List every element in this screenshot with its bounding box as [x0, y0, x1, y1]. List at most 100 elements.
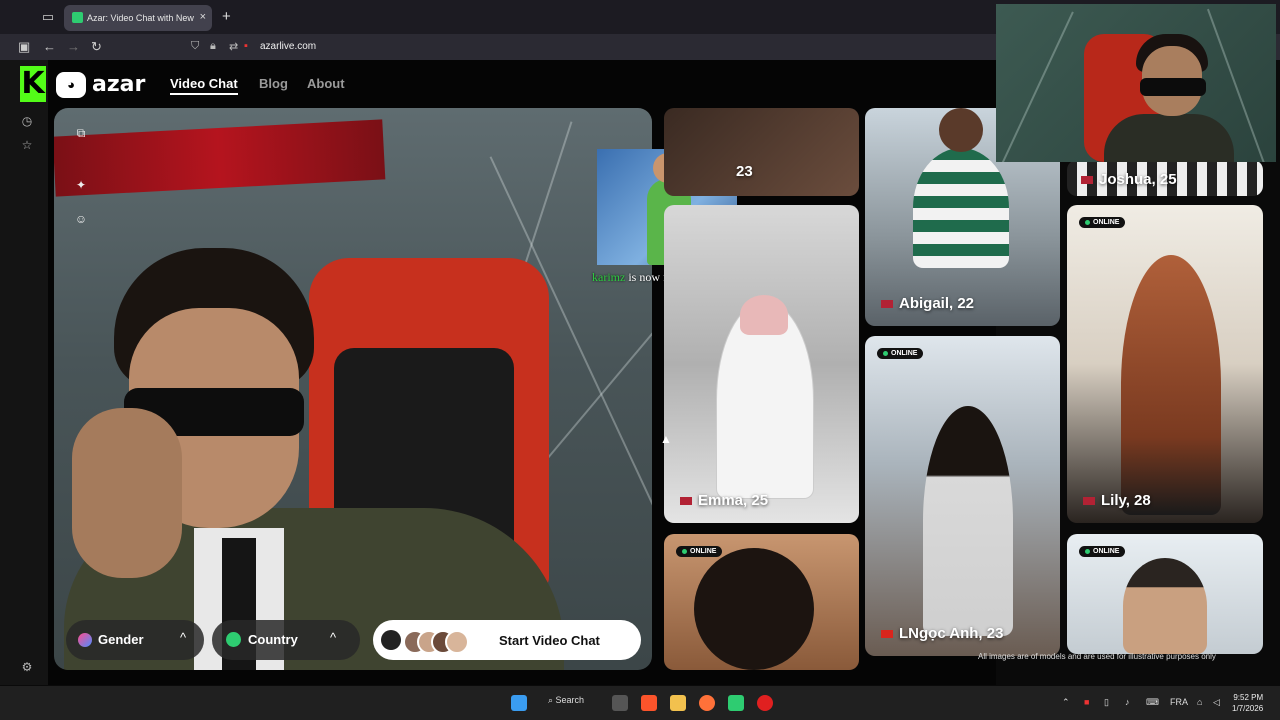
chevron-up-icon: ^	[330, 630, 337, 645]
battery-icon[interactable]: ▯	[1104, 697, 1109, 708]
sidebar-toggle-icon[interactable]: ▣	[18, 39, 30, 55]
brave-icon[interactable]	[641, 695, 657, 711]
shield-icon[interactable]: ⛉	[191, 40, 199, 53]
nav-video-chat[interactable]: Video Chat	[170, 76, 238, 95]
azar-favicon-icon	[72, 12, 83, 23]
person-hand	[72, 408, 182, 578]
profile-name: 23	[736, 163, 753, 180]
follower-name: karimz	[592, 270, 626, 284]
profile-card[interactable]: ONLINE	[664, 534, 859, 670]
firefox-icon[interactable]	[699, 695, 715, 711]
profile-name: Abigail, 22	[881, 295, 974, 312]
tab-list-icon[interactable]: ▭	[40, 9, 56, 25]
network-icon[interactable]: ⌂	[1197, 697, 1202, 707]
gender-label: Gender	[98, 632, 144, 647]
streamer-webcam-overlay	[996, 4, 1276, 162]
site-favicon-icon: ▪	[244, 40, 248, 52]
profile-photo	[1123, 558, 1207, 654]
online-dot-icon	[883, 350, 888, 356]
clock-date: 1/7/2026	[1232, 704, 1264, 713]
lock-icon[interactable]: 🔒︎	[210, 40, 216, 53]
profile-card[interactable]: Joshua, 25	[1067, 160, 1263, 196]
chevron-up-icon: ^	[180, 630, 187, 645]
profile-photo	[913, 148, 1009, 268]
kick-logo: K	[20, 66, 46, 102]
tray-expand-icon[interactable]: ⌃	[1062, 697, 1070, 708]
us-flag-icon	[680, 497, 692, 506]
online-dot-icon	[682, 548, 687, 554]
online-badge: ONLINE	[1079, 217, 1126, 228]
profile-photo	[1121, 255, 1221, 515]
profile-card[interactable]: ONLINE LNgọc Anh, 23	[865, 336, 1060, 656]
sunglasses	[1140, 78, 1206, 96]
country-label: Country	[248, 632, 298, 647]
forward-icon[interactable]: →	[67, 39, 80, 54]
reload-icon[interactable]: ↻	[91, 39, 102, 55]
profile-photo	[694, 548, 814, 670]
profile-card[interactable]: ONLINE Lily, 28	[1067, 205, 1263, 523]
back-icon[interactable]: ←	[43, 39, 56, 54]
country-filter-button[interactable]: Country ^	[212, 620, 360, 660]
task-view-icon[interactable]	[612, 695, 628, 711]
us-flag-icon	[1081, 176, 1093, 185]
vietnam-flag-icon	[881, 630, 893, 639]
profile-name: Emma, 25	[680, 492, 768, 509]
profile-card[interactable]: Emma, 25	[664, 205, 859, 523]
profile-photo	[923, 406, 1013, 636]
picture-in-picture-icon[interactable]: ⧉	[72, 126, 90, 144]
tray-app-icon[interactable]: ■	[1084, 697, 1089, 707]
person-suit	[1104, 114, 1234, 162]
tab-title: Azar: Video Chat with New Peo	[87, 13, 197, 23]
us-flag-icon	[1083, 497, 1095, 506]
azar-logo-text[interactable]: azar	[92, 72, 145, 97]
start-video-chat-label: Start Video Chat	[499, 633, 600, 648]
microphone-icon[interactable]: ♪	[1125, 697, 1130, 707]
gender-filter-button[interactable]: Gender ^	[66, 620, 204, 660]
online-dot-icon	[1085, 548, 1090, 554]
globe-icon	[226, 632, 241, 647]
profile-photo	[939, 108, 983, 152]
search-label: Search	[555, 695, 585, 705]
language-indicator[interactable]: FRA	[1170, 697, 1188, 707]
clock-time: 9:52 PM	[1233, 693, 1264, 702]
online-badge: ONLINE	[877, 348, 924, 359]
taskbar-search[interactable]: ⌕ Search	[548, 695, 584, 706]
windows-taskbar: ⌕ Search ⌃ ■ ▯ ♪ ⌨ FRA ⌂ ◁ 9:52 PM 1/7/2…	[0, 686, 1280, 720]
avatar	[445, 630, 469, 654]
online-badge: ONLINE	[1079, 546, 1126, 557]
permissions-icon[interactable]: ⇄	[229, 40, 238, 53]
sticker-icon[interactable]: ☺	[72, 212, 90, 230]
taskbar-clock[interactable]: 9:52 PM 1/7/2026	[1232, 692, 1263, 714]
bookmark-star-icon[interactable]: ☆	[19, 138, 35, 154]
browser-tab-azar[interactable]: Azar: Video Chat with New Peo ×	[64, 5, 212, 31]
profile-name: Lily, 28	[1083, 492, 1151, 509]
gender-icon	[78, 633, 92, 647]
azar-app-icon[interactable]	[728, 695, 744, 711]
start-video-chat-button[interactable]: Start Video Chat	[373, 620, 641, 660]
camera-icon	[381, 630, 401, 650]
volume-icon[interactable]: ◁	[1213, 697, 1220, 708]
us-flag-icon	[881, 300, 893, 309]
start-windows-icon[interactable]	[511, 695, 527, 711]
nav-about[interactable]: About	[307, 76, 345, 91]
nav-blog[interactable]: Blog	[259, 76, 288, 91]
profile-card[interactable]: ONLINE	[1067, 534, 1263, 654]
effects-sparkle-icon[interactable]: ✦	[72, 178, 90, 196]
self-video-preview	[54, 108, 652, 670]
wall-pattern	[1000, 11, 1074, 162]
profile-photo	[740, 295, 788, 335]
azar-logo-icon[interactable]: ◕	[56, 72, 86, 98]
profile-name: LNgọc Anh, 23	[881, 625, 1003, 642]
settings-gear-icon[interactable]: ⚙	[19, 660, 35, 676]
mouse-cursor-icon: ▲	[660, 432, 672, 446]
record-app-icon[interactable]	[757, 695, 773, 711]
keyboard-icon[interactable]: ⌨	[1146, 697, 1159, 708]
history-icon[interactable]: ◷	[19, 114, 35, 130]
new-tab-button[interactable]: +	[222, 8, 231, 25]
profile-card[interactable]: 23	[664, 108, 859, 196]
file-explorer-icon[interactable]	[670, 695, 686, 711]
url-text[interactable]: azarlive.com	[260, 41, 316, 52]
address-bar[interactable]: ⛉ 🔒︎ ⇄ ▪ azarlive.com	[186, 37, 986, 57]
tab-close-icon[interactable]: ×	[200, 11, 206, 23]
profile-name: Joshua, 25	[1081, 171, 1177, 188]
